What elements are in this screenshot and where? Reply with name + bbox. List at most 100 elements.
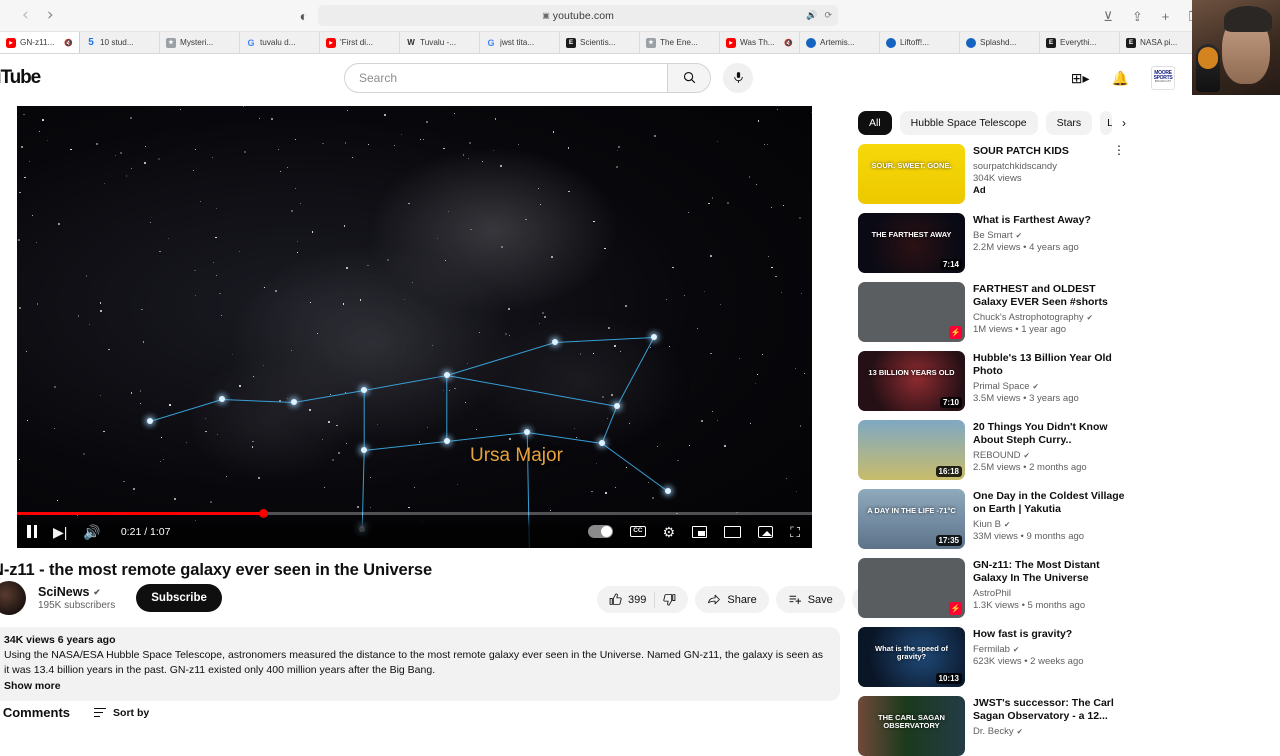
browser-tab-3[interactable]: Gtuvalu d... bbox=[240, 32, 320, 53]
video-thumbnail[interactable] bbox=[858, 558, 965, 618]
star bbox=[607, 418, 608, 419]
download-icon[interactable]: ⊻ bbox=[1103, 10, 1113, 23]
forward-button[interactable]: › bbox=[47, 7, 54, 24]
browser-tab-10[interactable]: Artemis... bbox=[800, 32, 880, 53]
list-item[interactable]: 13 BILLION YEARS OLD7:10 Hubble's 13 Bill… bbox=[858, 351, 1126, 411]
audio-icon[interactable]: 🔊 bbox=[806, 10, 817, 21]
video-channel[interactable]: sourpatchkidscandy bbox=[973, 161, 1104, 172]
video-channel[interactable]: Primal Space✔ bbox=[973, 381, 1126, 392]
address-bar[interactable]: ▣ youtube.com 🔊 ⟳ bbox=[318, 5, 838, 26]
video-title[interactable]: What is Farthest Away? bbox=[973, 214, 1126, 227]
subscribe-button[interactable]: Subscribe bbox=[136, 584, 222, 612]
fullscreen-icon[interactable]: ⛶ bbox=[790, 525, 800, 539]
video-title[interactable]: SOUR PATCH KIDS bbox=[973, 145, 1104, 158]
list-item[interactable]: SOUR. SWEET. GONE. SOUR PATCH KIDS sourpat… bbox=[858, 144, 1126, 204]
browser-tab-9[interactable]: Was Th...🔇 bbox=[720, 32, 800, 53]
star bbox=[771, 207, 772, 208]
browser-tab-0[interactable]: GN-z11...🔇 bbox=[0, 32, 80, 53]
browser-tab-12[interactable]: Splashd... bbox=[960, 32, 1040, 53]
list-item[interactable]: FARTHEST and OLDEST Galaxy EVER Seen #sh… bbox=[858, 282, 1126, 342]
video-player[interactable]: Ursa Major ▶| 🔊 0:21 / 1:07 CC ⚙ ⛶ bbox=[17, 106, 812, 548]
save-button[interactable]: Save bbox=[776, 586, 845, 613]
create-video-icon[interactable]: ⊞▸ bbox=[1071, 71, 1090, 85]
sort-by-button[interactable]: Sort by bbox=[94, 707, 149, 719]
shield-icon[interactable]: ◐ bbox=[300, 9, 308, 23]
browser-tab-1[interactable]: 510 stud... bbox=[80, 32, 160, 53]
avatar[interactable]: MOORE SPORTS BROADCAST bbox=[1151, 66, 1175, 90]
show-more-button[interactable]: Show more bbox=[4, 680, 828, 692]
video-channel[interactable]: REBOUND✔ bbox=[973, 450, 1126, 461]
video-thumbnail[interactable]: THE CARL SAGAN OBSERVATORY bbox=[858, 696, 965, 756]
tab-mute-icon[interactable]: 🔇 bbox=[784, 39, 793, 47]
video-title[interactable]: 20 Things You Didn't Know About Steph Cu… bbox=[973, 421, 1126, 447]
video-thumbnail[interactable]: 13 BILLION YEARS OLD7:10 bbox=[858, 351, 965, 411]
browser-tab-7[interactable]: EScientis... bbox=[560, 32, 640, 53]
browser-tab-13[interactable]: EEverythi... bbox=[1040, 32, 1120, 53]
video-thumbnail[interactable]: 16:18 bbox=[858, 420, 965, 480]
browser-tab-5[interactable]: WTuvalu -... bbox=[400, 32, 480, 53]
video-thumbnail[interactable]: THE FARTHEST AWAY7:14 bbox=[858, 213, 965, 273]
volume-icon[interactable]: 🔊 bbox=[83, 525, 100, 539]
video-channel[interactable]: Dr. Becky✔ bbox=[973, 726, 1126, 737]
theater-mode-icon[interactable] bbox=[724, 526, 741, 538]
video-menu-icon[interactable]: ⋮ bbox=[1112, 144, 1126, 204]
back-button[interactable]: ‹ bbox=[22, 7, 29, 24]
search-button[interactable] bbox=[667, 63, 711, 93]
video-title[interactable]: JWST's successor: The Carl Sagan Observa… bbox=[973, 697, 1126, 723]
list-item[interactable]: GN-z11: The Most Distant Galaxy In The U… bbox=[858, 558, 1126, 618]
list-item[interactable]: THE FARTHEST AWAY7:14 What is Farthest Aw… bbox=[858, 213, 1126, 273]
video-channel[interactable]: AstroPhil bbox=[973, 588, 1126, 599]
thumbs-down-icon[interactable] bbox=[663, 593, 676, 606]
browser-tab-11[interactable]: Liftoff!... bbox=[880, 32, 960, 53]
video-title[interactable]: FARTHEST and OLDEST Galaxy EVER Seen #sh… bbox=[973, 283, 1126, 309]
bell-icon[interactable]: 🔔 bbox=[1112, 71, 1129, 85]
tab-label: tuvalu d... bbox=[260, 38, 296, 47]
video-channel[interactable]: Chuck's Astrophotography✔ bbox=[973, 312, 1126, 323]
channel-avatar[interactable] bbox=[0, 581, 26, 615]
next-video-icon[interactable]: ▶| bbox=[53, 525, 67, 539]
chevron-right-icon[interactable]: › bbox=[1122, 116, 1126, 130]
filter-chip-2[interactable]: Stars bbox=[1046, 111, 1093, 135]
search-input[interactable]: Search bbox=[344, 63, 667, 93]
thumbs-up-icon[interactable] bbox=[609, 593, 622, 606]
video-thumbnail[interactable]: SOUR. SWEET. GONE. bbox=[858, 144, 965, 204]
share-icon[interactable]: ⇪ bbox=[1132, 10, 1143, 23]
voice-search-button[interactable] bbox=[723, 63, 753, 93]
youtube-logo[interactable]: uTube bbox=[0, 67, 40, 89]
tab-mute-icon[interactable]: 🔇 bbox=[64, 39, 73, 47]
video-thumbnail[interactable]: A DAY IN THE LIFE -71°C17:35 bbox=[858, 489, 965, 549]
autoplay-toggle[interactable] bbox=[588, 525, 613, 538]
filter-chip-0[interactable]: All bbox=[858, 111, 892, 135]
video-title[interactable]: GN-z11: The Most Distant Galaxy In The U… bbox=[973, 559, 1126, 585]
list-item[interactable]: What is the speed of gravity?10:13 How fa… bbox=[858, 627, 1126, 687]
gear-icon[interactable]: ⚙ bbox=[663, 525, 676, 539]
video-channel[interactable]: Fermilab✔ bbox=[973, 644, 1126, 655]
browser-tab-8[interactable]: ★The Ene... bbox=[640, 32, 720, 53]
pause-icon[interactable] bbox=[27, 525, 37, 538]
share-button[interactable]: Share bbox=[695, 586, 768, 613]
filter-chip-1[interactable]: Hubble Space Telescope bbox=[900, 111, 1038, 135]
reload-icon[interactable]: ⟳ bbox=[825, 10, 833, 21]
video-title[interactable]: How fast is gravity? bbox=[973, 628, 1126, 641]
list-item[interactable]: A DAY IN THE LIFE -71°C17:35 One Day in t… bbox=[858, 489, 1126, 549]
cast-icon[interactable] bbox=[758, 526, 773, 538]
browser-tab-6[interactable]: Gjwst tita... bbox=[480, 32, 560, 53]
video-channel[interactable]: Kiun B✔ bbox=[973, 519, 1126, 530]
channel-name-row[interactable]: SciNews ✔ bbox=[38, 585, 115, 599]
miniplayer-icon[interactable] bbox=[692, 526, 707, 538]
list-item[interactable]: THE CARL SAGAN OBSERVATORY JWST's success… bbox=[858, 696, 1126, 756]
video-title[interactable]: Hubble's 13 Billion Year Old Photo bbox=[973, 352, 1126, 378]
video-thumbnail[interactable] bbox=[858, 282, 965, 342]
browser-tab-4[interactable]: 'First di... bbox=[320, 32, 400, 53]
subtitles-icon[interactable]: CC bbox=[630, 526, 645, 537]
browser-tab-14[interactable]: ENASA pi... bbox=[1120, 32, 1200, 53]
browser-tab-2[interactable]: ★Mysteri... bbox=[160, 32, 240, 53]
video-thumbnail[interactable]: What is the speed of gravity?10:13 bbox=[858, 627, 965, 687]
video-channel[interactable]: Be Smart✔ bbox=[973, 230, 1126, 241]
description-box[interactable]: 34K views 6 years ago Using the NASA/ESA… bbox=[0, 627, 840, 701]
new-tab-icon[interactable]: + bbox=[1162, 10, 1170, 23]
list-item[interactable]: 16:18 20 Things You Didn't Know About Ste… bbox=[858, 420, 1126, 480]
like-dislike-group: 399 bbox=[597, 586, 688, 613]
filter-chip-3[interactable]: Liste bbox=[1100, 111, 1112, 135]
video-title[interactable]: One Day in the Coldest Village on Earth … bbox=[973, 490, 1126, 516]
